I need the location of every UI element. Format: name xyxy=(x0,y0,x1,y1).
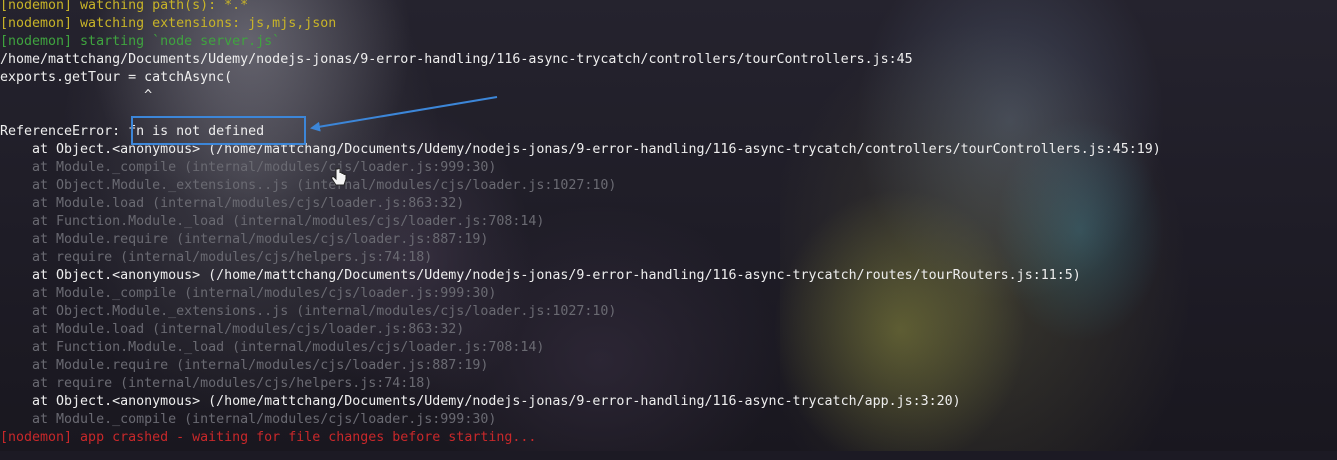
pointer-cursor-icon xyxy=(331,168,347,186)
annotation-arrow-icon xyxy=(310,96,498,132)
